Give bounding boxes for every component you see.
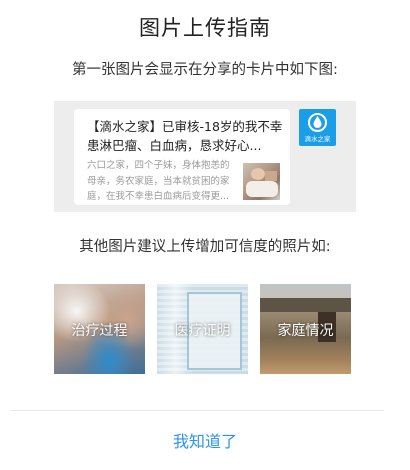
upload-guide-dialog: 图片上传指南 第一张图片会显示在分享的卡片中如下图: 【滴水之家】已审核-18岁… <box>0 0 410 470</box>
divider <box>10 410 384 411</box>
water-drop-icon <box>308 113 327 132</box>
app-logo-icon: 滴水之家 <box>299 109 336 146</box>
first-image-hint: 第一张图片会显示在分享的卡片中如下图: <box>72 62 338 78</box>
share-card-preview: 【滴水之家】已审核-18岁的我不幸患淋巴瘤、白血病，恳求好心... 六口之家，四… <box>54 101 356 212</box>
dialog-title: 图片上传指南 <box>139 16 271 40</box>
example-photo-treatment: 治疗过程 <box>54 284 145 374</box>
example-photo-family: 家庭情况 <box>260 284 351 374</box>
photo-label: 医疗证明 <box>174 323 231 339</box>
app-logo-text: 滴水之家 <box>304 135 331 143</box>
share-card-thumbnail <box>243 163 280 200</box>
photo-label: 家庭情况 <box>277 323 334 339</box>
share-card-title: 【滴水之家】已审核-18岁的我不幸患淋巴瘤、白血病，恳求好心... <box>87 119 283 153</box>
got-it-button[interactable]: 我知道了 <box>0 425 410 455</box>
share-card: 【滴水之家】已审核-18岁的我不幸患淋巴瘤、白血病，恳求好心... 六口之家，四… <box>74 109 290 205</box>
share-card-description: 六口之家，四个子妹，身体抱恙的母亲，务农家庭，当本就贫困的家庭，在我不幸患白血病… <box>87 160 230 202</box>
other-images-hint: 其他图片建议上传增加可信度的照片如: <box>79 239 331 255</box>
photo-label: 治疗过程 <box>71 323 128 339</box>
example-photo-medical-proof: 医疗证明 <box>157 284 248 374</box>
